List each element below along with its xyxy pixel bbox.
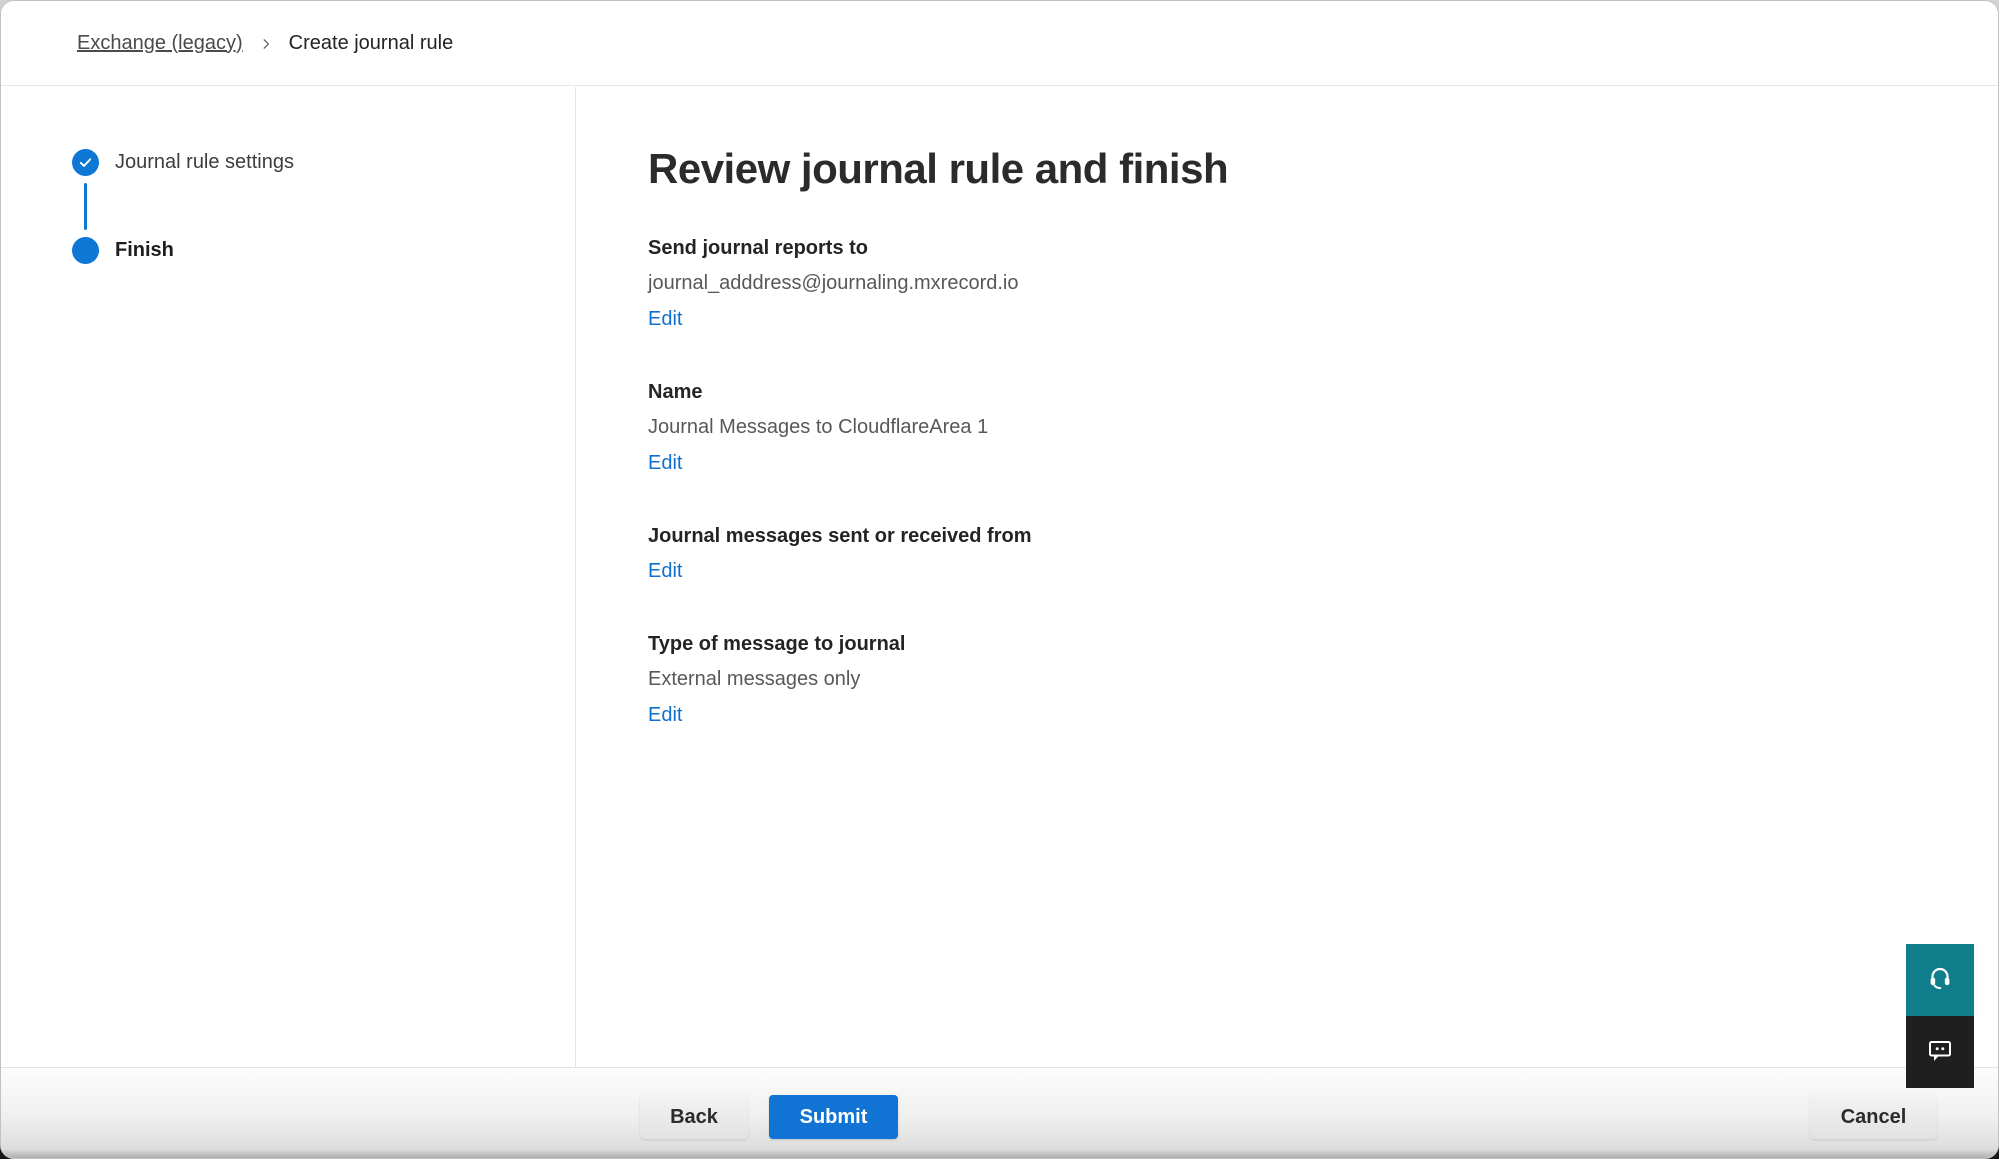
section-label: Name <box>648 379 1998 405</box>
breadcrumb-current-page: Create journal rule <box>289 32 454 55</box>
section-type-of-message: Type of message to journal External mess… <box>648 631 1998 728</box>
section-journal-messages-sent-or-received: Journal messages sent or received from E… <box>648 523 1998 584</box>
breadcrumb-chevron-icon <box>259 37 273 51</box>
step-label: Finish <box>115 239 174 262</box>
section-label: Type of message to journal <box>648 631 1998 657</box>
section-label: Journal messages sent or received from <box>648 523 1998 549</box>
submit-button[interactable]: Submit <box>769 1095 898 1139</box>
page-title: Review journal rule and finish <box>648 143 1998 195</box>
headset-icon <box>1926 964 1954 997</box>
step-label: Journal rule settings <box>115 151 294 174</box>
back-button[interactable]: Back <box>640 1095 748 1139</box>
feedback-button[interactable] <box>1906 1016 1974 1088</box>
cancel-button[interactable]: Cancel <box>1810 1095 1937 1139</box>
section-value: Journal Messages to CloudflareArea 1 <box>648 414 1998 440</box>
review-panel: Review journal rule and finish Send jour… <box>576 87 1998 1067</box>
page-header: Exchange (legacy) Create journal rule <box>1 1 1998 86</box>
breadcrumb: Exchange (legacy) Create journal rule <box>77 32 453 55</box>
breadcrumb-exchange-legacy-link[interactable]: Exchange (legacy) <box>77 32 243 55</box>
edit-journal-messages-link[interactable]: Edit <box>648 558 682 584</box>
wizard-step-journal-rule-settings[interactable]: Journal rule settings <box>72 149 575 176</box>
section-name: Name Journal Messages to CloudflareArea … <box>648 379 1998 476</box>
edit-name-link[interactable]: Edit <box>648 450 682 476</box>
create-journal-rule-window: Exchange (legacy) Create journal rule Jo… <box>0 0 1999 1159</box>
section-label: Send journal reports to <box>648 235 1998 261</box>
step-current-dot-icon <box>72 237 99 264</box>
wizard-steps-panel: Journal rule settings Finish <box>1 87 576 1067</box>
section-value: journal_adddress@journaling.mxrecord.io <box>648 270 1998 296</box>
section-send-journal-reports-to: Send journal reports to journal_adddress… <box>648 235 1998 332</box>
chat-bubble-icon <box>1926 1036 1954 1069</box>
edit-type-of-message-link[interactable]: Edit <box>648 702 682 728</box>
content-area: Journal rule settings Finish Review jour… <box>1 87 1998 1067</box>
step-completed-check-icon <box>72 149 99 176</box>
edit-send-journal-reports-link[interactable]: Edit <box>648 306 682 332</box>
help-support-button[interactable] <box>1906 944 1974 1016</box>
wizard-step-finish[interactable]: Finish <box>72 237 575 264</box>
footer-action-bar: Back Submit Cancel <box>1 1067 1998 1158</box>
step-connector-line <box>84 183 87 230</box>
section-value: External messages only <box>648 666 1998 692</box>
